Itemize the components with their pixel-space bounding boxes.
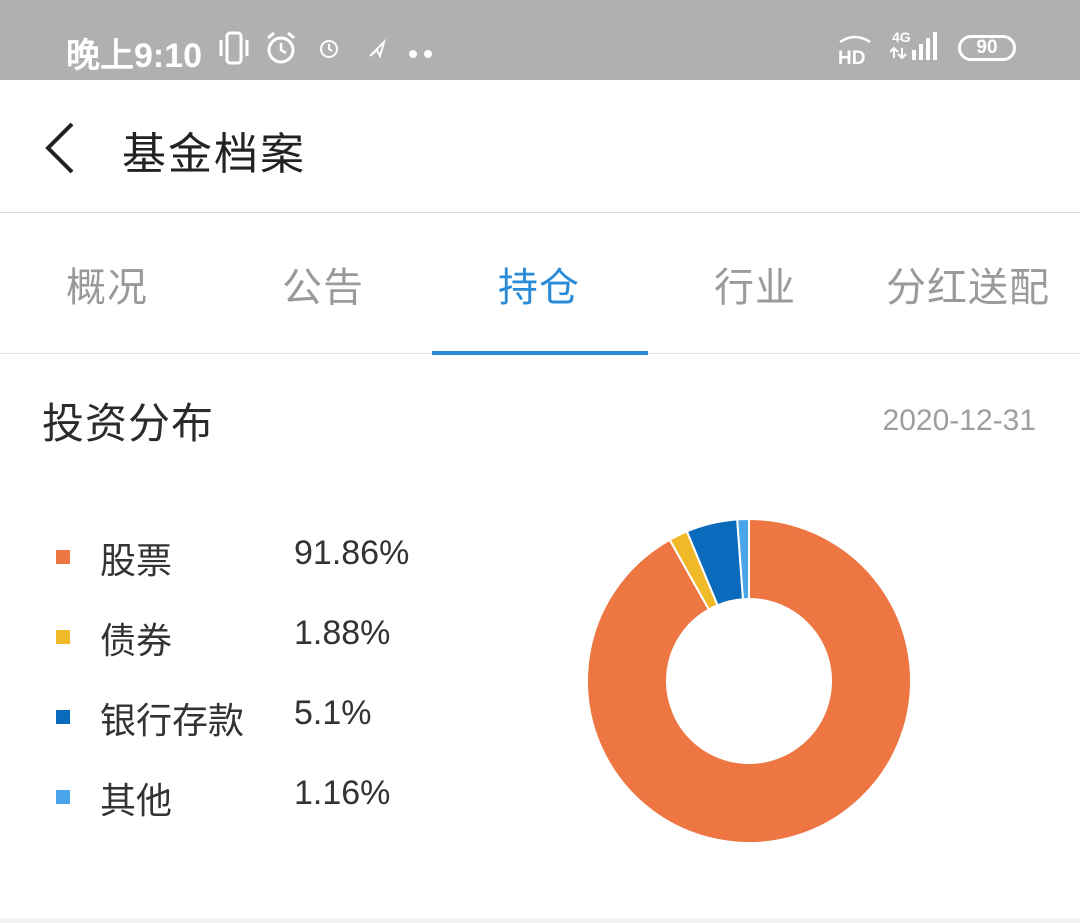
legend-swatch [56, 790, 70, 804]
svg-text:HD: HD [838, 48, 865, 68]
chevron-left-icon [36, 122, 86, 180]
status-bar: 晚上9:10 HD 4G 90 [0, 0, 1080, 80]
back-button[interactable] [36, 120, 86, 176]
location-icon [366, 38, 390, 64]
tab-industry[interactable]: 行业 [714, 255, 796, 313]
tab-overview[interactable]: 概况 [66, 255, 148, 313]
legend-swatch [56, 710, 70, 724]
legend-swatch [56, 550, 70, 564]
page-title: 基金档案 [122, 129, 306, 180]
vibrate-icon [218, 30, 250, 70]
app-header: 基金档案 [0, 80, 1080, 213]
investment-donut-chart [586, 517, 912, 844]
alarm-icon [264, 30, 298, 70]
clock-icon [318, 38, 340, 64]
legend-swatch [56, 630, 70, 644]
more-dots-icon [408, 44, 434, 63]
tab-holdings[interactable]: 持仓 [498, 255, 580, 313]
legend-value: 91.86% [294, 534, 410, 572]
legend-label: 其他 [100, 781, 173, 822]
signal-icon: 4G [889, 28, 946, 66]
tab-bar: 概况 公告 持仓 行业 分红送配 [0, 213, 1080, 355]
active-tab-indicator [432, 351, 648, 355]
section-date: 2020-12-31 [882, 404, 1036, 437]
battery-indicator: 90 [958, 35, 1016, 61]
status-time: 晚上9:10 [66, 37, 203, 75]
tab-dividends[interactable]: 分红送配 [886, 255, 1050, 313]
svg-text:4G: 4G [892, 29, 911, 45]
legend-value: 5.1% [294, 694, 372, 732]
hd-icon: HD [836, 34, 874, 72]
legend-label: 银行存款 [100, 701, 245, 742]
bottom-divider [0, 918, 1080, 923]
section-title: 投资分布 [42, 399, 215, 448]
legend-value: 1.88% [294, 614, 391, 652]
legend-label: 债券 [100, 621, 173, 662]
legend-value: 1.16% [294, 774, 391, 812]
tab-announcements[interactable]: 公告 [282, 255, 364, 313]
legend-label: 股票 [100, 541, 173, 582]
